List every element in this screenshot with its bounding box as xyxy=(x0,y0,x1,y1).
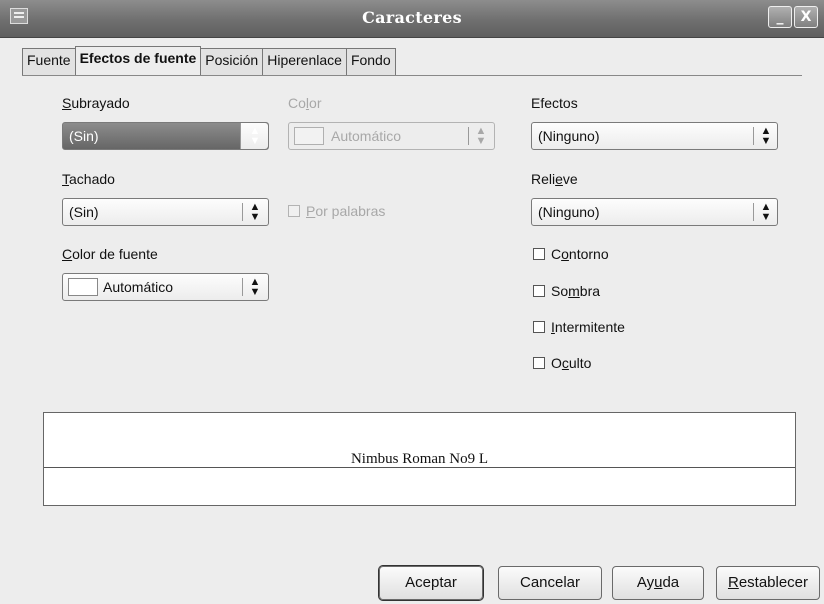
oculto-checkbox[interactable]: Oculto xyxy=(533,355,591,371)
tab-bar: Fuente Efectos de fuente Posición Hipere… xyxy=(22,46,396,75)
color-swatch-icon xyxy=(294,127,324,145)
color-value: Automático xyxy=(331,128,402,144)
checkbox-icon xyxy=(288,205,300,217)
minimize-button[interactable]: _ xyxy=(768,6,792,28)
cancelar-button[interactable]: Cancelar xyxy=(498,566,602,600)
tachado-value: (Sin) xyxy=(69,204,99,220)
tab-hiperenlace[interactable]: Hiperenlace xyxy=(262,48,347,75)
tachado-label: Tachado xyxy=(62,171,115,187)
spin-arrows-icon: ▲ ▼ xyxy=(249,125,261,147)
checkbox-icon xyxy=(533,321,545,333)
ayuda-button[interactable]: Ayuda xyxy=(612,566,704,600)
tab-posicion[interactable]: Posición xyxy=(200,48,264,75)
contorno-checkbox[interactable]: Contorno xyxy=(533,246,609,262)
subrayado-value: (Sin) xyxy=(69,128,99,144)
tab-fuente[interactable]: Fuente xyxy=(22,48,76,75)
preview-font-name: Nimbus Roman No9 L xyxy=(347,451,492,467)
spin-arrows-icon: ▲ ▼ xyxy=(249,201,261,223)
checkbox-icon xyxy=(533,357,545,369)
color-label: Color xyxy=(288,95,322,111)
restablecer-button[interactable]: Restablecer xyxy=(716,566,820,600)
color-de-fuente-value: Automático xyxy=(103,279,174,295)
tab-efectos-de-fuente[interactable]: Efectos de fuente xyxy=(74,46,202,75)
spin-arrows-icon: ▲ ▼ xyxy=(760,125,772,147)
subrayado-select[interactable]: (Sin) ▲ ▼ xyxy=(62,122,269,150)
color-select[interactable]: Automático ▲ ▼ xyxy=(288,122,495,150)
color-de-fuente-select[interactable]: Automático ▲ ▼ xyxy=(62,273,269,301)
relieve-select[interactable]: (Ninguno) ▲ ▼ xyxy=(531,198,778,226)
intermitente-checkbox[interactable]: Intermitente xyxy=(533,319,625,335)
tab-fondo[interactable]: Fondo xyxy=(345,48,396,75)
spin-arrows-icon: ▲ ▼ xyxy=(475,125,487,147)
checkbox-icon xyxy=(533,248,545,260)
checkbox-icon xyxy=(533,285,545,297)
spin-arrows-icon: ▲ ▼ xyxy=(249,276,261,298)
relieve-label: Relieve xyxy=(531,171,578,187)
efectos-select[interactable]: (Ninguno) ▲ ▼ xyxy=(531,122,778,150)
efectos-label: Efectos xyxy=(531,95,578,111)
title-bar: Caracteres _ X xyxy=(0,0,824,38)
efectos-value: (Ninguno) xyxy=(538,128,600,144)
color-swatch-icon xyxy=(68,278,98,296)
font-preview: Nimbus Roman No9 L xyxy=(43,412,796,506)
window-title: Caracteres xyxy=(362,8,462,27)
tab-panel-border xyxy=(22,75,802,76)
spin-arrows-icon: ▲ ▼ xyxy=(760,201,772,223)
por-palabras-checkbox[interactable]: Por palabras xyxy=(288,203,385,219)
close-button[interactable]: X xyxy=(794,6,818,28)
color-de-fuente-label: Color de fuente xyxy=(62,246,158,262)
subrayado-label: Subrayado xyxy=(62,95,130,111)
tachado-select[interactable]: (Sin) ▲ ▼ xyxy=(62,198,269,226)
aceptar-button[interactable]: Aceptar xyxy=(379,566,483,600)
sombra-checkbox[interactable]: Sombra xyxy=(533,283,600,299)
relieve-value: (Ninguno) xyxy=(538,204,600,220)
